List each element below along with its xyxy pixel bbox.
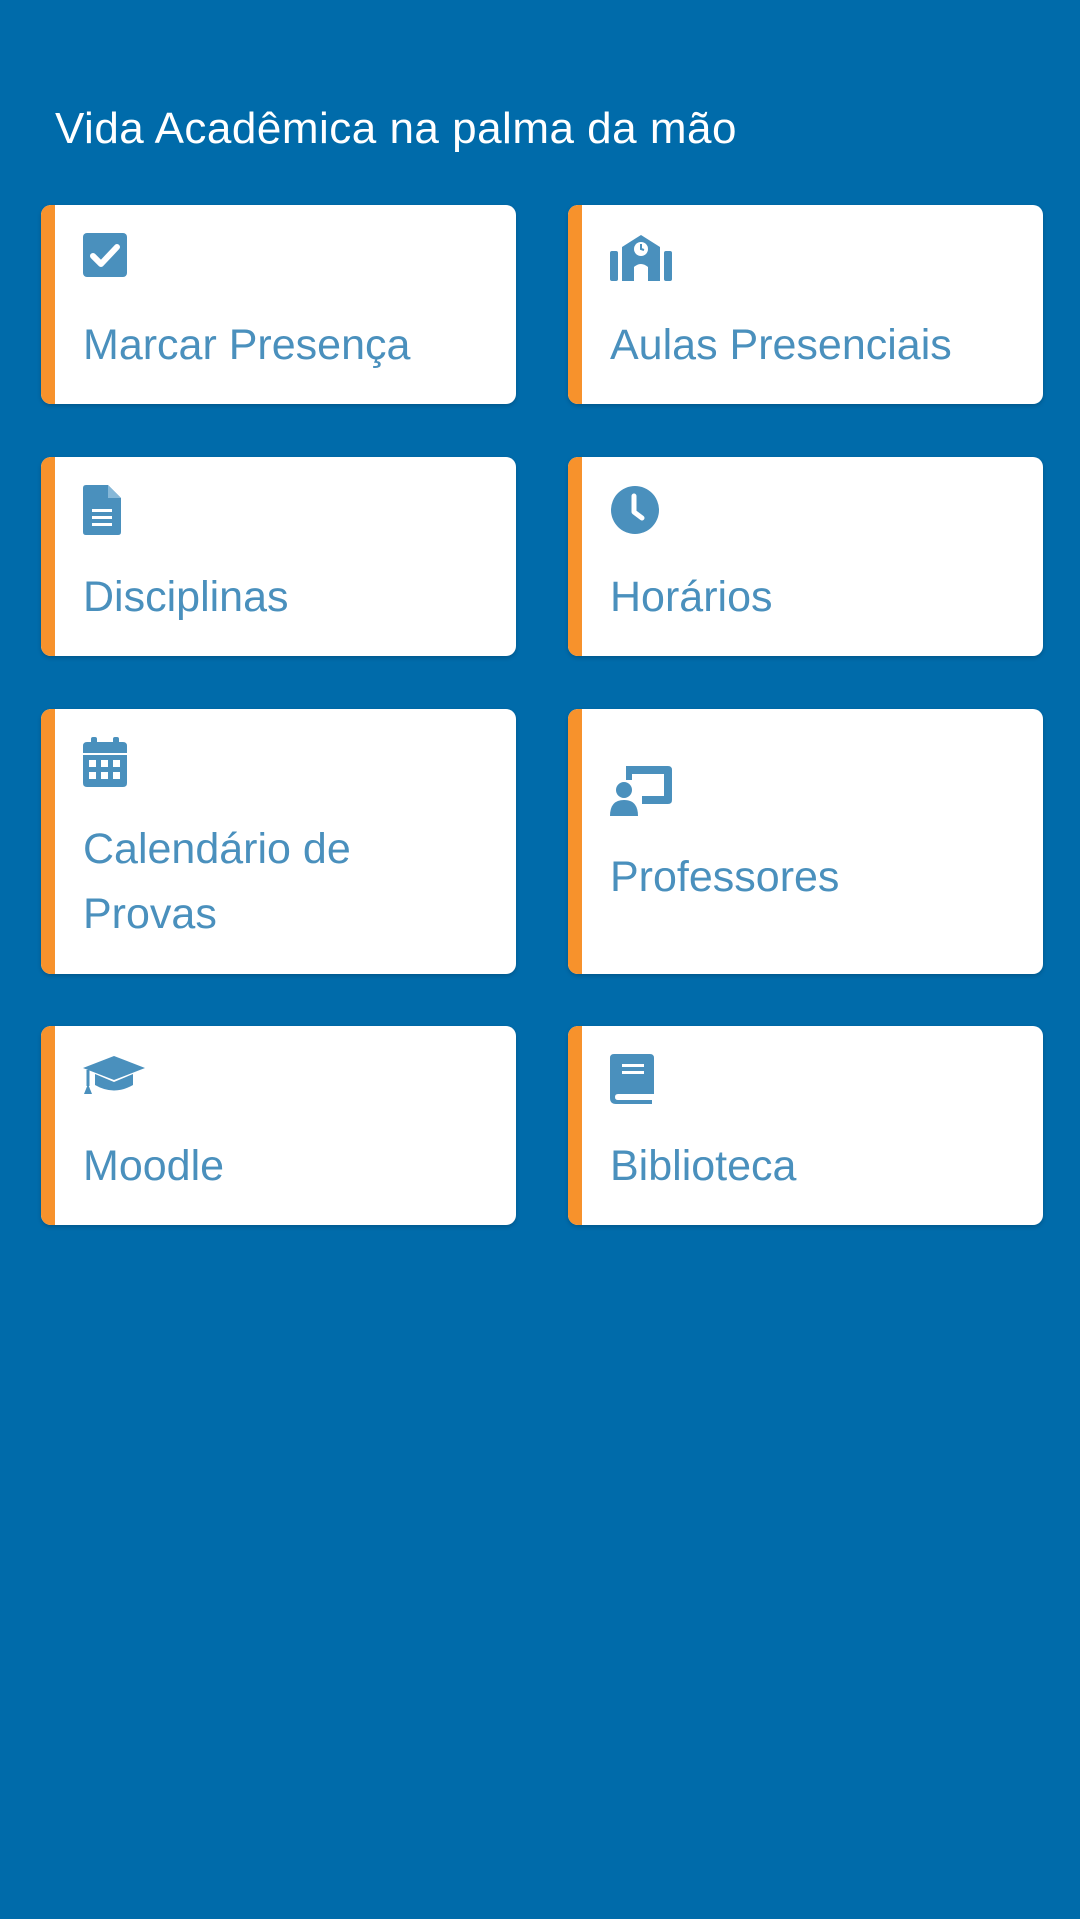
menu-card-label: Professores — [610, 853, 840, 901]
document-icon — [83, 485, 145, 535]
card-accent-bar — [41, 1026, 55, 1225]
card-accent-bar — [41, 457, 55, 656]
menu-card-label: Horários — [610, 573, 773, 621]
card-accent-bar — [568, 1026, 582, 1225]
menu-card-label: Disciplinas — [83, 573, 289, 621]
card-accent-bar — [568, 709, 582, 974]
book-icon — [610, 1054, 672, 1104]
page-title: Vida Acadêmica na palma da mão — [55, 104, 737, 153]
card-accent-bar — [568, 457, 582, 656]
card-accent-bar — [568, 205, 582, 404]
card-accent-bar — [41, 205, 55, 404]
menu-card-moodle[interactable]: Moodle — [41, 1026, 516, 1225]
menu-card-professores[interactable]: Professores — [568, 709, 1043, 974]
clock-icon — [610, 485, 672, 535]
menu-card-label: Aulas Presenciais — [610, 321, 952, 369]
menu-card-label: Biblioteca — [610, 1142, 797, 1190]
menu-card-aulas-presenciais[interactable]: Aulas Presenciais — [568, 205, 1043, 404]
school-building-icon — [610, 233, 672, 283]
check-square-icon — [83, 233, 145, 283]
graduation-cap-icon — [83, 1054, 145, 1104]
teacher-board-icon — [610, 766, 672, 816]
menu-card-label: Moodle — [83, 1142, 225, 1190]
menu-card-marcar-presenca[interactable]: Marcar Presença — [41, 205, 516, 404]
card-accent-bar — [41, 709, 55, 974]
menu-card-label: Marcar Presença — [83, 321, 411, 369]
menu-card-label: Calendário de Provas — [83, 825, 351, 938]
menu-card-biblioteca[interactable]: Biblioteca — [568, 1026, 1043, 1225]
calendar-icon — [83, 737, 145, 787]
menu-card-horarios[interactable]: Horários — [568, 457, 1043, 656]
menu-card-calendario-de-provas[interactable]: Calendário de Provas — [41, 709, 516, 974]
menu-card-disciplinas[interactable]: Disciplinas — [41, 457, 516, 656]
